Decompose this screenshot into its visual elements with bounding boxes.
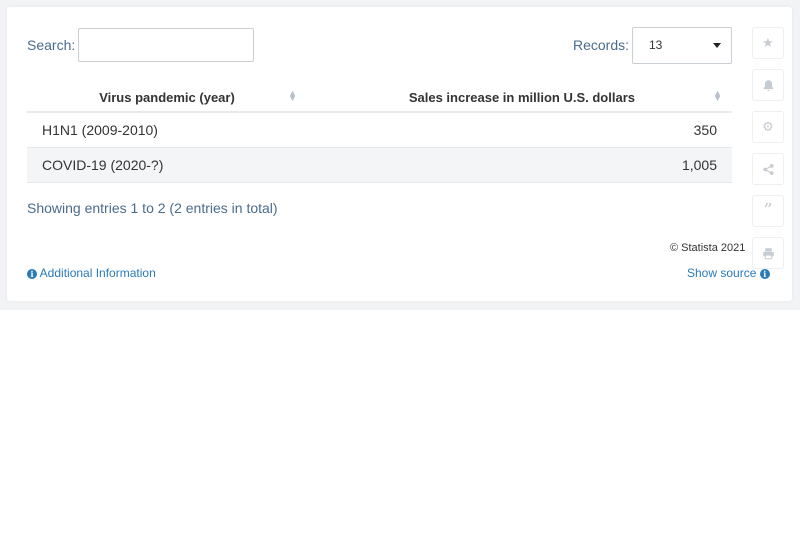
table-row: COVID-19 (2020-?) 1,005 bbox=[27, 147, 732, 183]
notification-button[interactable] bbox=[752, 69, 784, 101]
search-input[interactable] bbox=[78, 28, 254, 62]
table-cell-pandemic: COVID-19 (2020-?) bbox=[27, 147, 307, 183]
page-background-lower bbox=[0, 310, 800, 538]
column-header-sales-increase[interactable]: Sales increase in million U.S. dollars ▲… bbox=[307, 83, 732, 113]
side-toolbar: ★ ⚙ ” bbox=[752, 27, 786, 279]
sort-icon: ▲ ▼ bbox=[713, 88, 722, 103]
records-label: Records: bbox=[573, 37, 630, 53]
statista-credit: © Statista 2021 bbox=[670, 242, 746, 254]
table-cell-pandemic: H1N1 (2009-2010) bbox=[27, 112, 307, 148]
star-icon: ★ bbox=[762, 35, 774, 50]
cite-button[interactable]: ” bbox=[752, 195, 784, 227]
quote-icon: ” bbox=[763, 200, 773, 221]
entries-info: Showing entries 1 to 2 (2 entries in tot… bbox=[27, 200, 278, 216]
column-header-label: Virus pandemic (year) bbox=[99, 89, 235, 105]
records-select[interactable]: 13 bbox=[632, 27, 732, 64]
records-value: 13 bbox=[649, 38, 663, 52]
chevron-down-icon bbox=[713, 43, 721, 48]
print-icon bbox=[762, 247, 774, 259]
additional-information-link[interactable]: i Additional Information bbox=[27, 266, 156, 280]
info-icon: i bbox=[27, 269, 37, 279]
additional-information-label: Additional Information bbox=[39, 266, 156, 280]
share-icon bbox=[762, 163, 774, 175]
bell-icon bbox=[763, 79, 773, 91]
sort-icon: ▲ ▼ bbox=[288, 88, 297, 103]
print-button[interactable] bbox=[752, 237, 784, 269]
favorite-button[interactable]: ★ bbox=[752, 27, 784, 59]
gear-icon: ⚙ bbox=[762, 119, 774, 134]
table-header-row: Virus pandemic (year) ▲ ▼ Sales increase … bbox=[27, 83, 732, 113]
show-source-label: Show source bbox=[687, 266, 757, 280]
table-cell-sales: 350 bbox=[307, 112, 732, 148]
table-cell-sales: 1,005 bbox=[307, 147, 732, 183]
table-row: H1N1 (2009-2010) 350 bbox=[27, 112, 732, 148]
column-header-label: Sales increase in million U.S. dollars bbox=[408, 89, 635, 105]
column-header-virus-pandemic[interactable]: Virus pandemic (year) ▲ ▼ bbox=[27, 83, 307, 113]
data-table: Virus pandemic (year) ▲ ▼ Sales increase … bbox=[27, 83, 732, 183]
search-label: Search: bbox=[27, 37, 76, 53]
share-button[interactable] bbox=[752, 153, 784, 185]
statistic-card: Search: Records: 13 Virus pandemic (year… bbox=[7, 7, 792, 301]
settings-button[interactable]: ⚙ bbox=[752, 111, 784, 143]
